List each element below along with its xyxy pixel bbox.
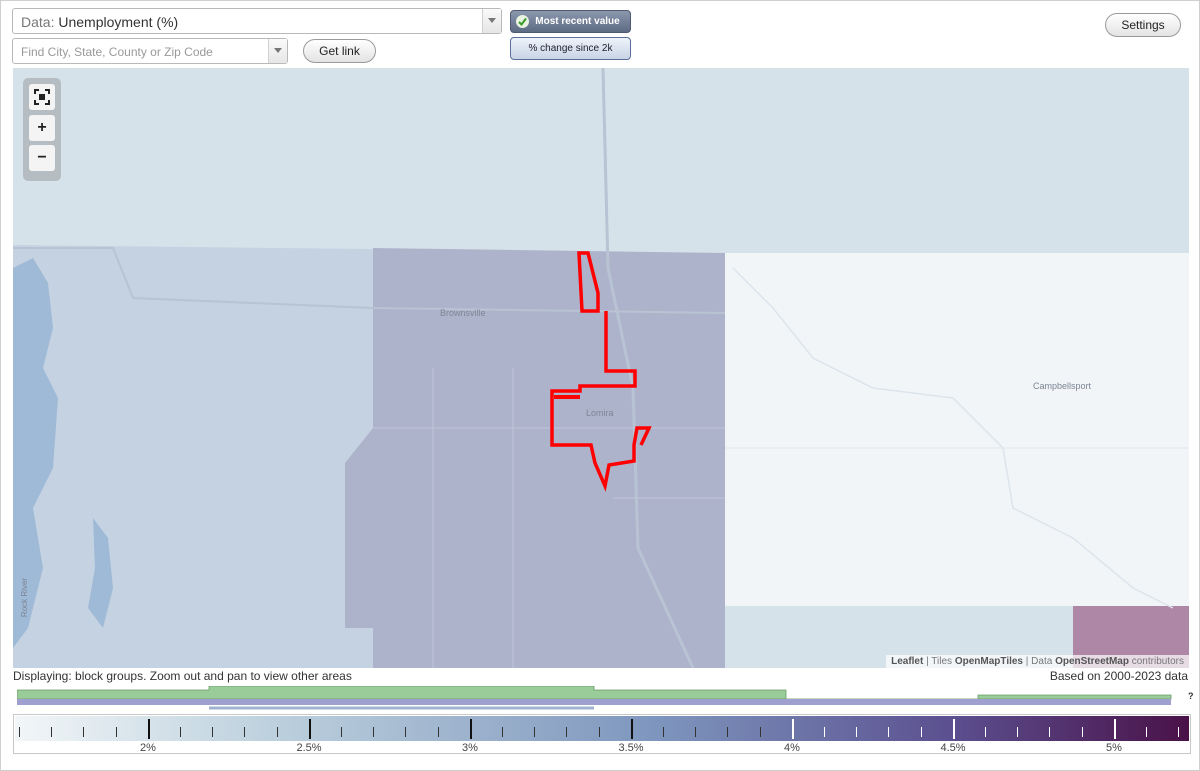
- data-select[interactable]: Data: Unemployment (%): [12, 8, 502, 34]
- legend-minor-tick: [695, 727, 697, 737]
- location-search-input[interactable]: Find City, State, County or Zip Code: [12, 38, 288, 64]
- legend-minor-tick: [888, 727, 890, 737]
- legend-major-tick: [792, 719, 794, 739]
- legend-tick-label: 5%: [1106, 742, 1122, 754]
- map-canvas[interactable]: [13, 68, 1189, 668]
- legend-minor-tick: [1178, 727, 1180, 737]
- attribution-data-link[interactable]: OpenStreetMap: [1055, 656, 1129, 667]
- data-select-value: Unemployment (%): [58, 14, 179, 30]
- legend-minor-tick: [727, 727, 729, 737]
- color-legend: 2% 2.5% 3% 3.5% 4% 4.5% 5%: [13, 714, 1191, 754]
- chevron-down-icon[interactable]: [482, 9, 501, 33]
- histogram-green: [17, 686, 1172, 700]
- search-placeholder: Find City, State, County or Zip Code: [21, 45, 213, 59]
- app-frame: Data: Unemployment (%) Find City, State,…: [0, 0, 1200, 771]
- distribution-histogram: [17, 686, 1172, 710]
- legend-major-tick: [953, 719, 955, 739]
- toggle-most-recent-label: Most recent value: [535, 16, 620, 27]
- fullscreen-button[interactable]: [29, 84, 55, 110]
- place-label-rock-river: Rock River: [20, 577, 30, 618]
- legend-minor-tick: [180, 727, 181, 737]
- legend-minor-tick: [244, 727, 246, 737]
- legend-minor-tick: [1081, 727, 1083, 737]
- place-label-campbellsport: Campbellsport: [1033, 381, 1092, 391]
- based-on-text: Based on 2000-2023 data: [1049, 669, 1188, 683]
- legend-minor-tick: [405, 727, 407, 737]
- legend-major-tick: [1114, 719, 1116, 739]
- legend-minor-tick: [985, 727, 986, 737]
- legend-tick-label: 3%: [462, 742, 478, 754]
- legend-minor-tick: [598, 727, 600, 737]
- legend-minor-tick: [1146, 727, 1147, 737]
- zoom-out-button[interactable]: −: [29, 145, 55, 171]
- histogram-purple: [17, 699, 1171, 705]
- get-link-button[interactable]: Get link: [303, 39, 376, 63]
- legend-minor-tick: [276, 727, 278, 737]
- legend-minor-tick: [759, 727, 761, 737]
- toggle-change-since-2k[interactable]: % change since 2k: [510, 37, 631, 60]
- zoom-control: + −: [23, 78, 61, 181]
- settings-button[interactable]: Settings: [1105, 13, 1181, 37]
- legend-minor-tick: [341, 727, 342, 737]
- legend-minor-tick: [437, 727, 439, 737]
- highlight-boundary-notch: [554, 395, 580, 399]
- legend-tick-label: 4%: [784, 742, 800, 754]
- fullscreen-icon: [34, 89, 50, 105]
- legend-major-tick: [309, 719, 311, 739]
- legend-minor-tick: [115, 727, 117, 737]
- legend-major-tick: [470, 719, 472, 739]
- legend-gradient: [15, 716, 1189, 741]
- legend-minor-tick: [51, 727, 53, 737]
- legend-major-tick: [631, 719, 633, 739]
- legend-tick-label: 3.5%: [618, 742, 644, 754]
- chevron-down-icon[interactable]: [268, 39, 287, 63]
- legend-minor-tick: [856, 727, 858, 737]
- legend-tick-label: 4.5%: [940, 742, 966, 754]
- displaying-text: Displaying: block groups. Zoom out and p…: [13, 669, 352, 683]
- map-view[interactable]: Brownsville Lomira Campbellsport Rock Ri…: [13, 68, 1189, 668]
- place-label-lomira: Lomira: [586, 408, 614, 418]
- legend-minor-tick: [663, 727, 664, 737]
- check-icon: [516, 15, 529, 28]
- zoom-in-button[interactable]: +: [29, 115, 55, 141]
- attribution-tiles-link[interactable]: OpenMapTiles: [955, 656, 1023, 667]
- legend-minor-tick: [920, 727, 922, 737]
- legend-major-tick: [148, 719, 150, 739]
- legend-minor-tick: [83, 727, 85, 737]
- map-attribution: Leaflet | Tiles OpenMapTiles | Data Open…: [886, 655, 1189, 668]
- legend-tick-label: 2%: [140, 742, 156, 754]
- data-select-prefix: Data:: [21, 14, 55, 30]
- legend-minor-tick: [1049, 727, 1051, 737]
- attribution-leaflet-link[interactable]: Leaflet: [891, 656, 923, 667]
- legend-tick-label: 2.5%: [296, 742, 322, 754]
- legend-minor-tick: [373, 727, 375, 737]
- legend-minor-tick: [534, 727, 536, 737]
- legend-minor-tick: [1017, 727, 1019, 737]
- place-label-brownsville: Brownsville: [440, 308, 486, 318]
- legend-minor-tick: [19, 727, 20, 737]
- toggle-most-recent[interactable]: Most recent value: [510, 10, 631, 33]
- legend-minor-tick: [212, 727, 214, 737]
- legend-minor-tick: [502, 727, 503, 737]
- legend-minor-tick: [566, 727, 568, 737]
- legend-minor-tick: [824, 727, 825, 737]
- help-icon[interactable]: ?: [1188, 691, 1194, 701]
- region-east-white: [725, 253, 1189, 606]
